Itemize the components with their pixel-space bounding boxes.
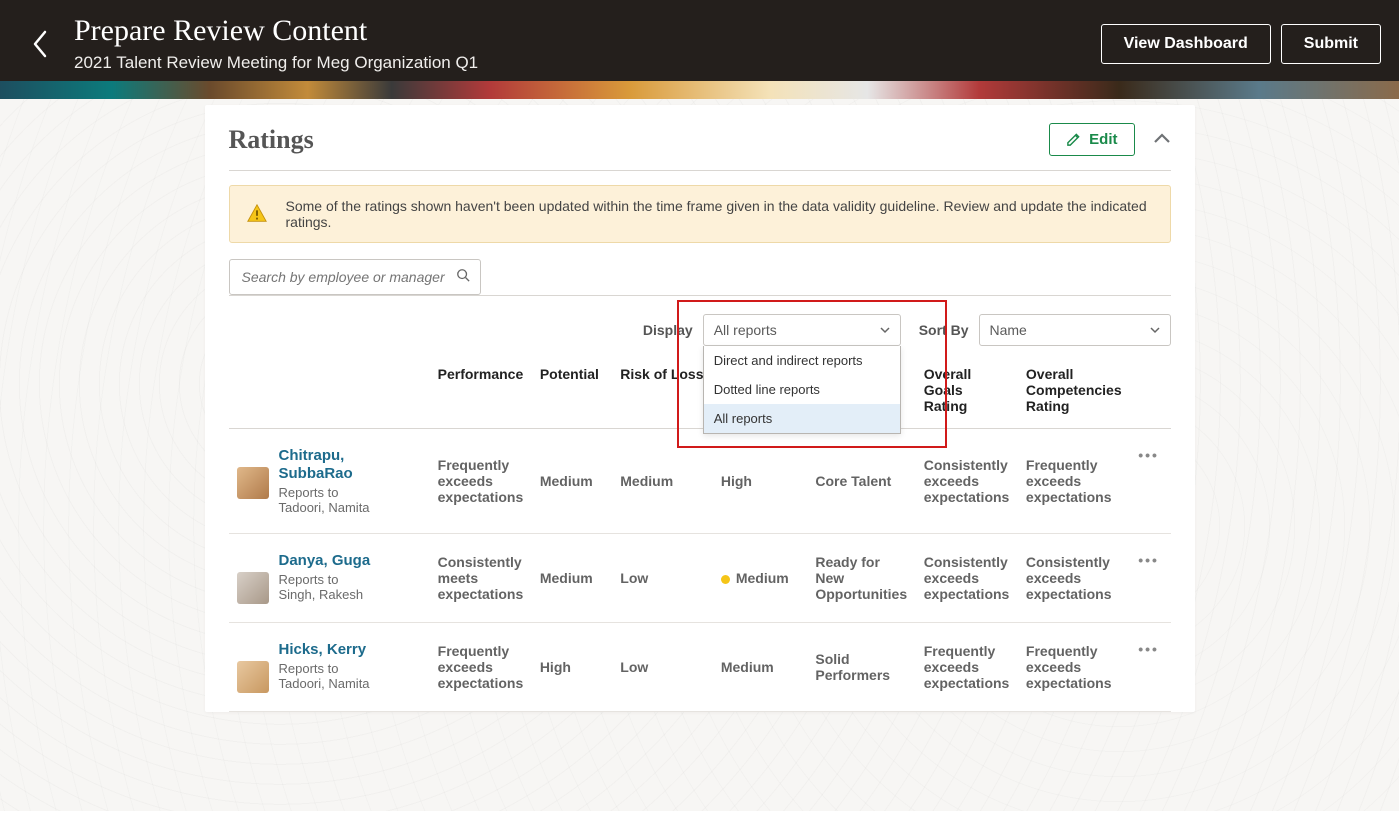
collapse-button[interactable] <box>1153 131 1171 149</box>
row-actions-button[interactable]: ••• <box>1138 641 1159 657</box>
indicator-dot-icon <box>721 575 730 584</box>
row-actions-button[interactable]: ••• <box>1138 447 1159 463</box>
table-row: Danya, Guga Reports toSingh, Rakesh Cons… <box>229 534 1171 623</box>
col-risk-of-loss: Risk of Loss <box>612 358 713 429</box>
reports-to-label: Reports to <box>279 485 339 500</box>
search-field[interactable] <box>240 268 456 286</box>
impact-value: High <box>713 429 808 534</box>
display-value: All reports <box>714 322 777 338</box>
chevron-down-icon <box>880 323 890 337</box>
employee-name-link[interactable]: Danya, Guga <box>279 552 371 570</box>
col-performance: Performance <box>430 358 532 429</box>
sort-by-value: Name <box>990 322 1027 338</box>
performance-value: Frequently exceeds expectations <box>430 429 532 534</box>
display-label: Display <box>643 322 693 338</box>
performance-value: Consistently meets expectations <box>430 534 532 623</box>
page-subtitle: 2021 Talent Review Meeting for Meg Organ… <box>74 53 1091 73</box>
goals-value: Consistently exceeds expectations <box>916 534 1018 623</box>
performance-value: Frequently exceeds expectations <box>430 623 532 712</box>
display-option-all-reports[interactable]: All reports <box>704 404 900 433</box>
view-dashboard-button[interactable]: View Dashboard <box>1101 24 1271 64</box>
search-icon <box>456 268 470 287</box>
competencies-value: Consistently exceeds expectations <box>1018 534 1130 623</box>
ratings-card: Ratings Edit Some of the ratings shown h… <box>205 105 1195 712</box>
manager-name: Tadoori, Namita <box>279 500 370 515</box>
avatar <box>237 572 269 604</box>
risk-value: Low <box>612 534 713 623</box>
search-input[interactable] <box>229 259 481 295</box>
goals-value: Consistently exceeds expectations <box>916 429 1018 534</box>
chevron-up-icon <box>1153 132 1171 144</box>
section-title: Ratings <box>229 125 314 155</box>
display-option-direct-indirect[interactable]: Direct and indirect reports <box>704 346 900 375</box>
employee-name-link[interactable]: Hicks, Kerry <box>279 641 370 659</box>
table-header-row: Performance Potential Risk of Loss Impac… <box>229 358 1171 429</box>
row-actions-button[interactable]: ••• <box>1138 552 1159 568</box>
potential-value: Medium <box>532 429 612 534</box>
warning-icon <box>246 203 268 225</box>
talent-value: Core Talent <box>807 429 915 534</box>
reports-to-label: Reports to <box>279 572 339 587</box>
goals-value: Frequently exceeds expectations <box>916 623 1018 712</box>
submit-button[interactable]: Submit <box>1281 24 1381 64</box>
display-dropdown: Direct and indirect reports Dotted line … <box>703 346 901 434</box>
edit-button-label: Edit <box>1089 131 1117 148</box>
table-row: Hicks, Kerry Reports toTadoori, Namita F… <box>229 623 1171 712</box>
potential-value: Medium <box>532 534 612 623</box>
edit-button[interactable]: Edit <box>1049 123 1134 156</box>
competencies-value: Frequently exceeds expectations <box>1018 623 1130 712</box>
risk-value: Low <box>612 623 713 712</box>
warning-banner: Some of the ratings shown haven't been u… <box>229 185 1171 243</box>
app-header: Prepare Review Content 2021 Talent Revie… <box>0 0 1399 81</box>
impact-value: Medium <box>713 623 808 712</box>
competencies-value: Frequently exceeds expectations <box>1018 429 1130 534</box>
avatar <box>237 661 269 693</box>
risk-value: Medium <box>612 429 713 534</box>
impact-value: Medium <box>713 534 808 623</box>
col-overall-competencies: Overall Competencies Rating <box>1018 358 1130 429</box>
avatar <box>237 467 269 499</box>
col-potential: Potential <box>532 358 612 429</box>
back-button[interactable] <box>18 22 62 66</box>
table-row: Chitrapu, SubbaRao Reports toTadoori, Na… <box>229 429 1171 534</box>
decorative-banner <box>0 81 1399 99</box>
sort-by-select[interactable]: Name <box>979 314 1171 346</box>
warning-text: Some of the ratings shown haven't been u… <box>286 198 1154 230</box>
manager-name: Tadoori, Namita <box>279 676 370 691</box>
display-option-dotted-line[interactable]: Dotted line reports <box>704 375 900 404</box>
employee-name-link[interactable]: Chitrapu, SubbaRao <box>279 447 422 483</box>
filter-row: Display All reports Direct and indirect … <box>229 314 1171 358</box>
chevron-down-icon <box>1150 323 1160 337</box>
col-overall-goals: Overall Goals Rating <box>916 358 1018 429</box>
talent-value: Ready for New Opportunities <box>807 534 915 623</box>
reports-to-label: Reports to <box>279 661 339 676</box>
pencil-icon <box>1066 132 1081 147</box>
talent-value: Solid Performers <box>807 623 915 712</box>
sort-by-label: Sort By <box>919 322 969 338</box>
potential-value: High <box>532 623 612 712</box>
back-chevron-icon <box>31 30 49 58</box>
page-title: Prepare Review Content <box>74 14 1091 47</box>
ratings-table: Performance Potential Risk of Loss Impac… <box>229 358 1171 712</box>
display-select[interactable]: All reports Direct and indirect reports … <box>703 314 901 346</box>
manager-name: Singh, Rakesh <box>279 587 364 602</box>
